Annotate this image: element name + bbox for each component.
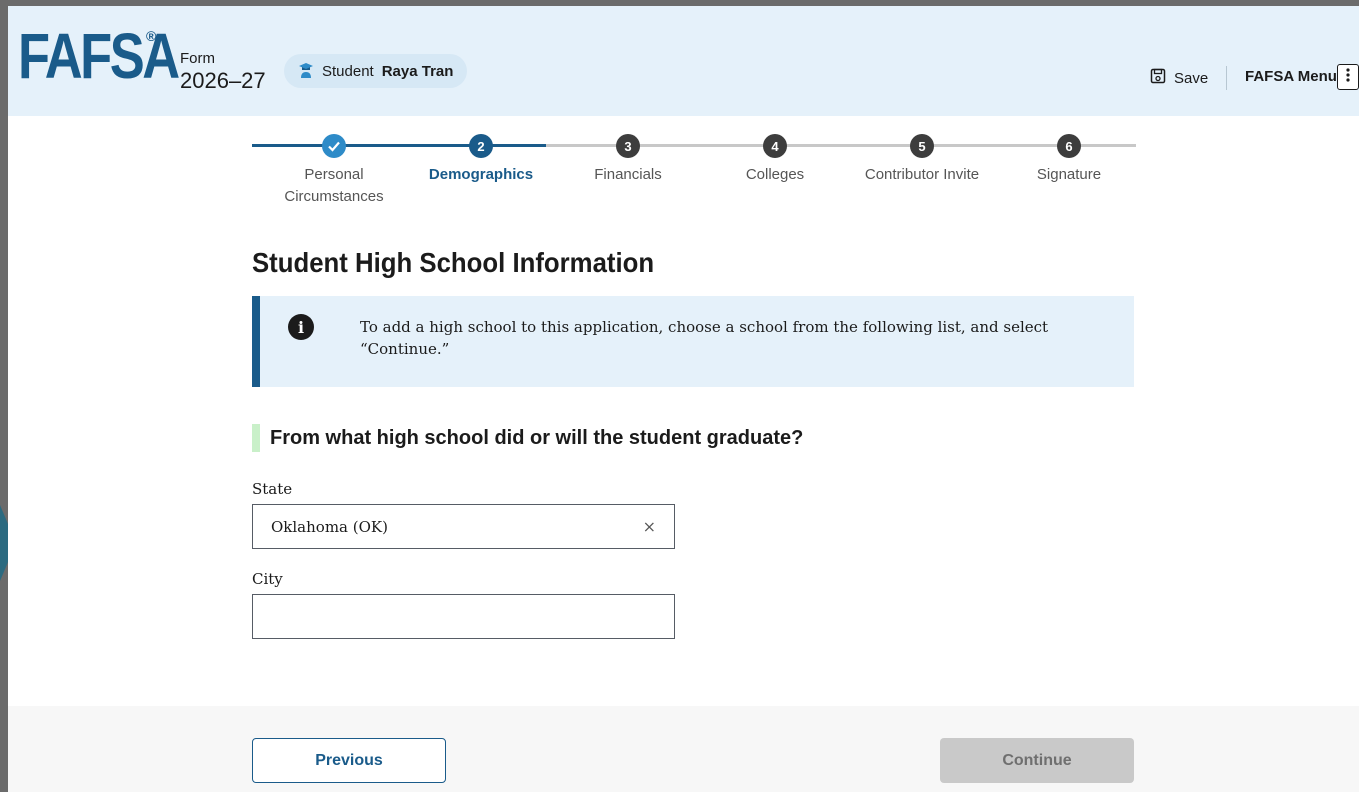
- step-colleges: 4 Colleges: [701, 134, 849, 186]
- state-label: State: [252, 480, 293, 498]
- continue-button[interactable]: Continue: [940, 738, 1134, 783]
- info-text: To add a high school to this application…: [360, 318, 1049, 358]
- form-year: 2026–27: [180, 68, 266, 93]
- footer-nav: Previous Continue: [8, 706, 1359, 792]
- step-label: Personal Circumstances: [284, 166, 384, 205]
- student-name: Raya Tran: [381, 62, 454, 80]
- step-number: 4: [763, 134, 787, 158]
- menu-kebab-button[interactable]: [1337, 64, 1359, 90]
- graduate-icon: [298, 63, 314, 79]
- city-label: City: [252, 570, 283, 588]
- save-button[interactable]: Save: [1150, 68, 1208, 88]
- clear-icon[interactable]: ×: [643, 517, 656, 536]
- step-contributor-invite: 5 Contributor Invite: [848, 134, 996, 186]
- save-label: Save: [1174, 69, 1209, 87]
- step-label: Signature: [1036, 166, 1102, 183]
- previous-button[interactable]: Previous: [252, 738, 446, 783]
- student-badge: Student Raya Tran: [284, 54, 468, 88]
- step-financials: 3 Financials: [554, 134, 702, 186]
- state-combobox[interactable]: Oklahoma (OK) ×: [252, 504, 675, 549]
- info-alert: i To add a high school to this applicati…: [252, 296, 1134, 387]
- step-demographics: 2 Demographics: [407, 134, 555, 186]
- check-icon: [322, 134, 346, 158]
- step-number: 2: [469, 134, 493, 158]
- fafsa-menu-button[interactable]: FAFSA Menu: [1245, 68, 1337, 85]
- save-icon: [1150, 68, 1166, 88]
- question-heading: From what high school did or will the st…: [252, 424, 803, 452]
- info-icon: i: [288, 314, 314, 340]
- page-title: Student High School Information: [252, 247, 655, 278]
- step-label: Contributor Invite: [864, 166, 980, 183]
- registered-mark: ®: [146, 28, 157, 44]
- step-number: 6: [1057, 134, 1081, 158]
- state-value: Oklahoma (OK): [271, 517, 388, 536]
- step-personal-circumstances: Personal Circumstances: [260, 134, 408, 208]
- student-prefix: Student: [322, 62, 374, 80]
- step-label: Colleges: [745, 166, 805, 183]
- header: FAFSA ® Form 2026–27 Student Raya Tran S…: [8, 6, 1359, 116]
- step-signature: 6 Signature: [995, 134, 1143, 186]
- city-input[interactable]: [252, 594, 675, 639]
- app-window: FAFSA ® Form 2026–27 Student Raya Tran S…: [8, 6, 1359, 792]
- step-label: Demographics: [428, 166, 534, 183]
- step-number: 5: [910, 134, 934, 158]
- form-label: Form: [180, 50, 215, 67]
- step-label: Financials: [594, 166, 662, 183]
- progress-steps: Personal Circumstances 2 Demographics 3 …: [252, 134, 1136, 224]
- header-divider: [1226, 66, 1227, 90]
- kebab-icon: [1346, 67, 1350, 87]
- step-number: 3: [616, 134, 640, 158]
